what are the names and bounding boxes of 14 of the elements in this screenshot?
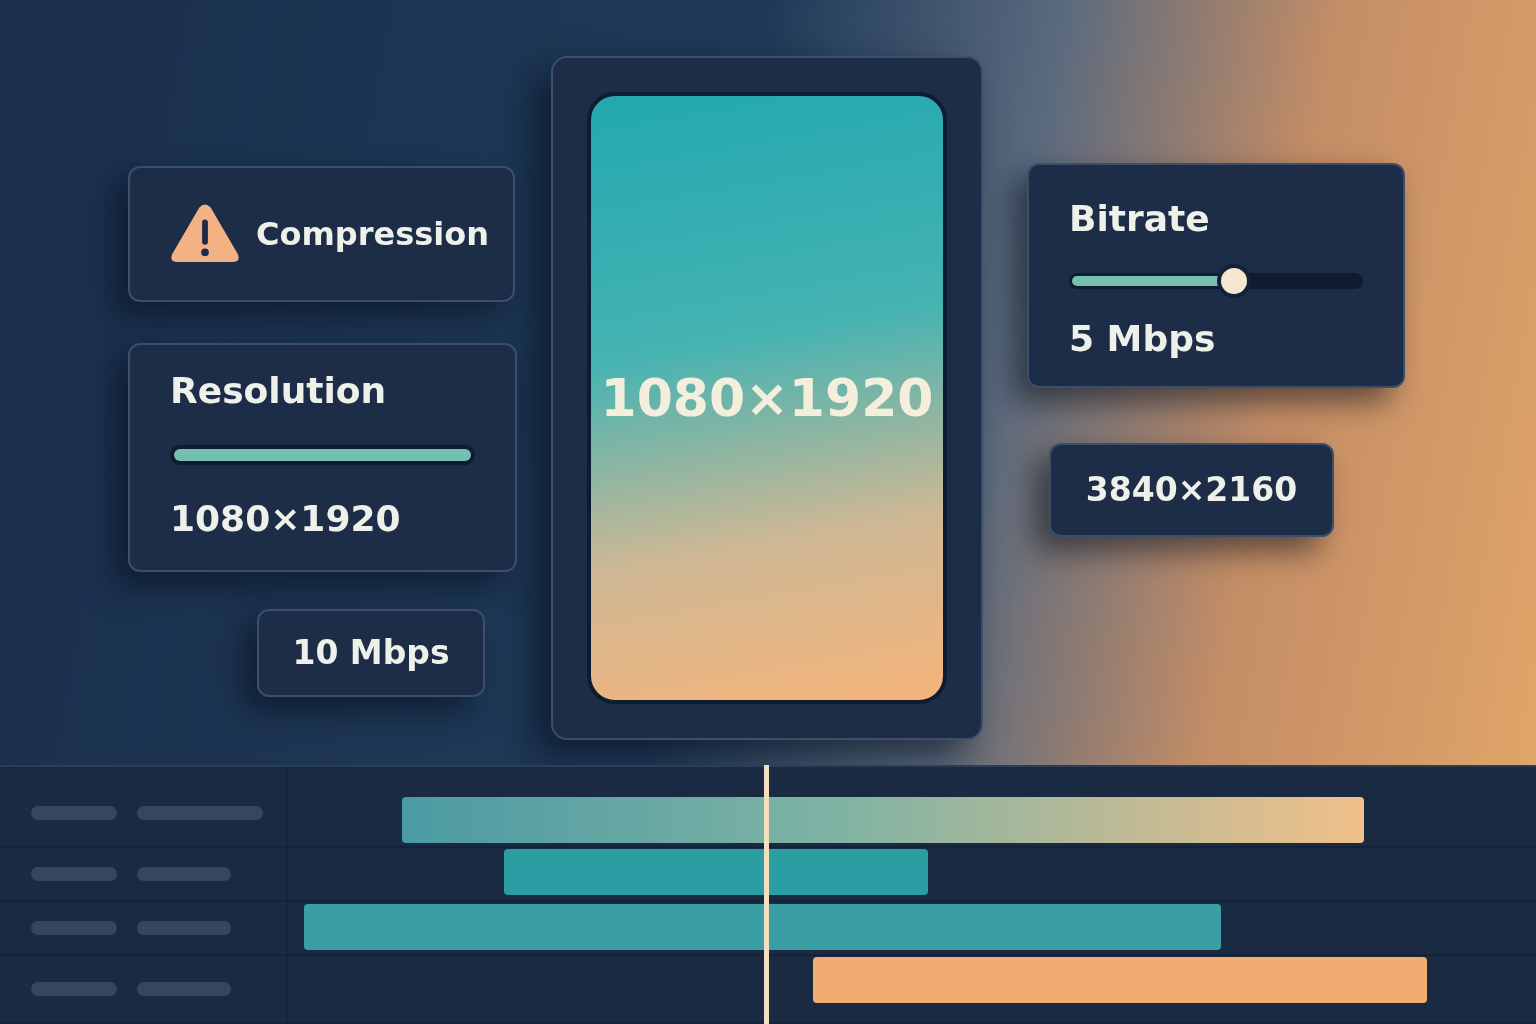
timeline-clip[interactable]	[813, 956, 1427, 1003]
card-title: Resolution	[170, 373, 388, 409]
chip-label: 3840×2160	[1085, 469, 1298, 512]
timeline-clip[interactable]	[504, 849, 928, 896]
timeline-clip[interactable]	[304, 903, 1221, 950]
timeline-clip[interactable]	[402, 797, 1364, 843]
chip-label: 10 Mbps	[292, 632, 450, 675]
card-title: Bitrate	[1069, 201, 1211, 237]
resolution-value: 1080×1920	[170, 501, 402, 537]
resolution-label: 1080×1920	[600, 367, 934, 430]
warning-icon	[170, 204, 240, 264]
card-title: Compression	[256, 214, 490, 255]
bitrate-value: 5 Mbps	[1069, 321, 1217, 357]
slider-thumb[interactable]	[1216, 264, 1251, 298]
